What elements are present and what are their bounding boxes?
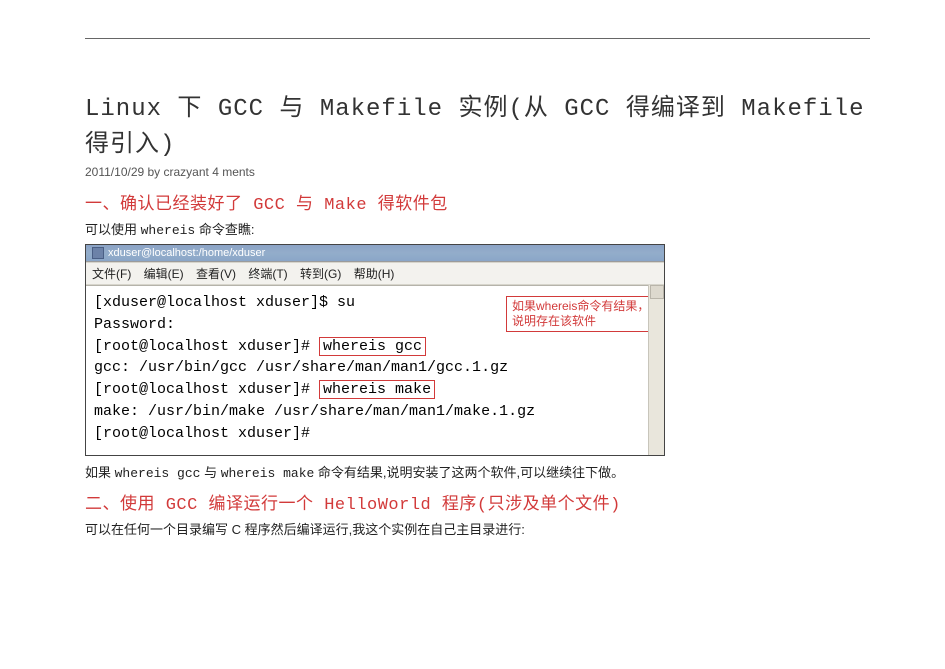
window-title-text: xduser@localhost:/home/xduser [108, 247, 265, 259]
terminal-line: gcc: /usr/bin/gcc /usr/share/man/man1/gc… [94, 357, 656, 379]
inline-code: whereis [141, 223, 196, 238]
menu-help[interactable]: 帮助(H) [354, 267, 395, 281]
text: 如果 [85, 465, 115, 480]
terminal-line: [root@localhost xduser]# [94, 423, 656, 445]
window-icon [92, 247, 104, 259]
scrollbar[interactable] [648, 285, 664, 455]
menu-view[interactable]: 查看(V) [196, 267, 236, 281]
highlighted-command: whereis gcc [319, 337, 426, 356]
menu-edit[interactable]: 编辑(E) [144, 267, 184, 281]
text: 命令有结果,说明安装了这两个软件,可以继续往下做。 [314, 465, 624, 480]
section-heading-2: 二、使用 GCC 编译运行一个 HelloWorld 程序(只涉及单个文件) [85, 489, 870, 515]
menu-go[interactable]: 转到(G) [300, 267, 341, 281]
text: 命令查瞧: [195, 222, 254, 237]
paragraph-2: 如果 whereis gcc 与 whereis make 命令有结果,说明安装… [85, 462, 870, 481]
text: 可以使用 [85, 222, 141, 237]
page-title: Linux 下 GCC 与 Makefile 实例(从 GCC 得编译到 Mak… [85, 87, 870, 159]
annotation-callout: 如果whereis命令有结果，说明存在该软件 [506, 296, 656, 332]
paragraph-1: 可以使用 whereis 命令查瞧: [85, 219, 870, 238]
paragraph-3: 可以在任何一个目录编写 C 程序然后编译运行,我这个实例在自己主目录进行: [85, 519, 870, 538]
terminal-line: make: /usr/bin/make /usr/share/man/man1/… [94, 401, 656, 423]
menu-file[interactable]: 文件(F) [92, 267, 131, 281]
text: 与 [200, 465, 220, 480]
terminal-content: 如果whereis命令有结果，说明存在该软件 [xduser@localhost… [86, 285, 664, 455]
menu-terminal[interactable]: 终端(T) [248, 267, 287, 281]
highlighted-command: whereis make [319, 380, 435, 399]
terminal-menubar: 文件(F) 编辑(E) 查看(V) 终端(T) 转到(G) 帮助(H) [86, 262, 664, 285]
terminal-titlebar: xduser@localhost:/home/xduser [86, 245, 664, 261]
section-heading-1: 一、确认已经装好了 GCC 与 Make 得软件包 [85, 189, 870, 215]
document-body: Linux 下 GCC 与 Makefile 实例(从 GCC 得编译到 Mak… [85, 38, 870, 538]
post-meta: 2011/10/29 by crazyant 4 ments [85, 165, 870, 179]
terminal-screenshot: xduser@localhost:/home/xduser 文件(F) 编辑(E… [85, 244, 665, 456]
inline-code: whereis gcc [115, 466, 201, 481]
scroll-up-icon[interactable] [650, 285, 664, 299]
inline-code: whereis make [221, 466, 315, 481]
terminal-line: [root@localhost xduser]# whereis make [94, 379, 656, 401]
terminal-line: [root@localhost xduser]# whereis gcc [94, 336, 656, 358]
